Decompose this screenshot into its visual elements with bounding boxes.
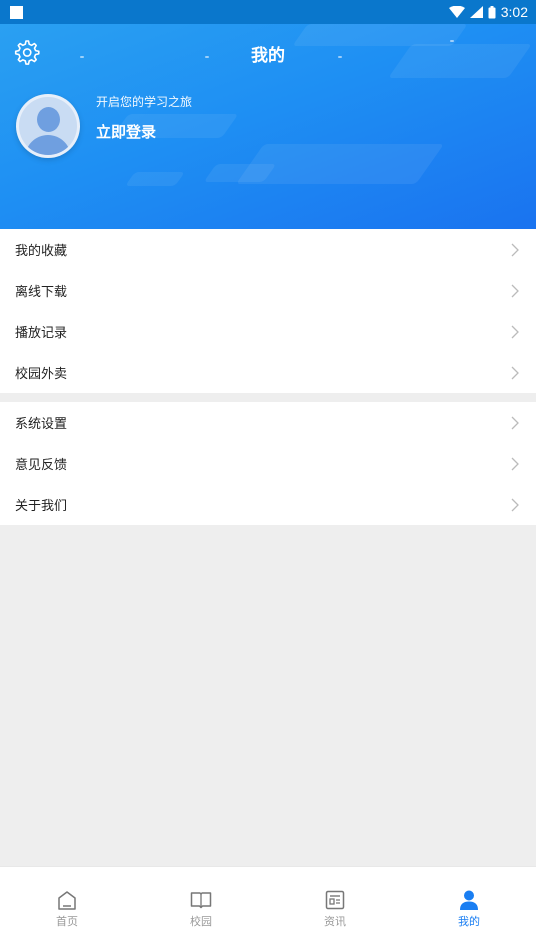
nav-label: 首页 — [56, 915, 78, 928]
menu-item-label: 离线下载 — [15, 285, 68, 300]
menu-item-about-us[interactable]: 关于我们 — [0, 484, 536, 525]
home-icon — [58, 891, 76, 910]
status-bar: 3:02 — [0, 0, 536, 24]
menu-item-label: 校园外卖 — [15, 367, 68, 382]
login-button[interactable]: 立即登录 — [96, 121, 156, 142]
chevron-right-icon — [511, 498, 519, 511]
profile-header: 我的 开启您的学习之旅 立即登录 — [0, 24, 536, 229]
chevron-right-icon — [511, 284, 519, 297]
menu-group-primary: 我的收藏 离线下载 播放记录 校园外卖 — [0, 229, 536, 393]
menu-item-label: 播放记录 — [15, 326, 68, 341]
menu-item-feedback[interactable]: 意见反馈 — [0, 443, 536, 484]
menu-item-system-settings[interactable]: 系统设置 — [0, 402, 536, 443]
nav-label: 资讯 — [324, 915, 346, 928]
profile-subtitle: 开启您的学习之旅 — [96, 95, 193, 109]
user-icon — [460, 890, 478, 910]
page-title: 我的 — [251, 46, 285, 66]
menu-item-offline-download[interactable]: 离线下载 — [0, 270, 536, 311]
nav-label: 校园 — [190, 915, 212, 928]
bottom-nav: 首页 校园 资讯 我的 — [0, 866, 536, 952]
nav-tab-campus[interactable]: 校园 — [134, 867, 268, 952]
chevron-right-icon — [511, 366, 519, 379]
nav-tab-news[interactable]: 资讯 — [268, 867, 402, 952]
news-icon — [325, 890, 345, 910]
menu-item-label: 意见反馈 — [15, 458, 68, 473]
wifi-icon — [448, 6, 465, 18]
battery-icon — [488, 5, 496, 18]
nav-label: 我的 — [458, 915, 480, 928]
menu-group-secondary: 系统设置 意见反馈 关于我们 — [0, 402, 536, 525]
status-time: 3:02 — [500, 4, 528, 20]
signal-icon — [469, 6, 483, 18]
chevron-right-icon — [511, 416, 519, 429]
avatar[interactable] — [16, 94, 80, 158]
chevron-right-icon — [511, 243, 519, 256]
chevron-right-icon — [511, 457, 519, 470]
menu-item-campus-delivery[interactable]: 校园外卖 — [0, 352, 536, 393]
menu-item-label: 系统设置 — [15, 417, 68, 432]
menu-item-play-history[interactable]: 播放记录 — [0, 311, 536, 352]
menu-item-label: 关于我们 — [15, 499, 68, 514]
nav-tab-home[interactable]: 首页 — [0, 867, 134, 952]
nav-tab-me[interactable]: 我的 — [402, 867, 536, 952]
book-icon — [190, 892, 212, 909]
menu-item-favorites[interactable]: 我的收藏 — [0, 229, 536, 270]
menu-item-label: 我的收藏 — [15, 244, 68, 259]
chevron-right-icon — [511, 325, 519, 338]
notification-icon — [10, 5, 23, 19]
